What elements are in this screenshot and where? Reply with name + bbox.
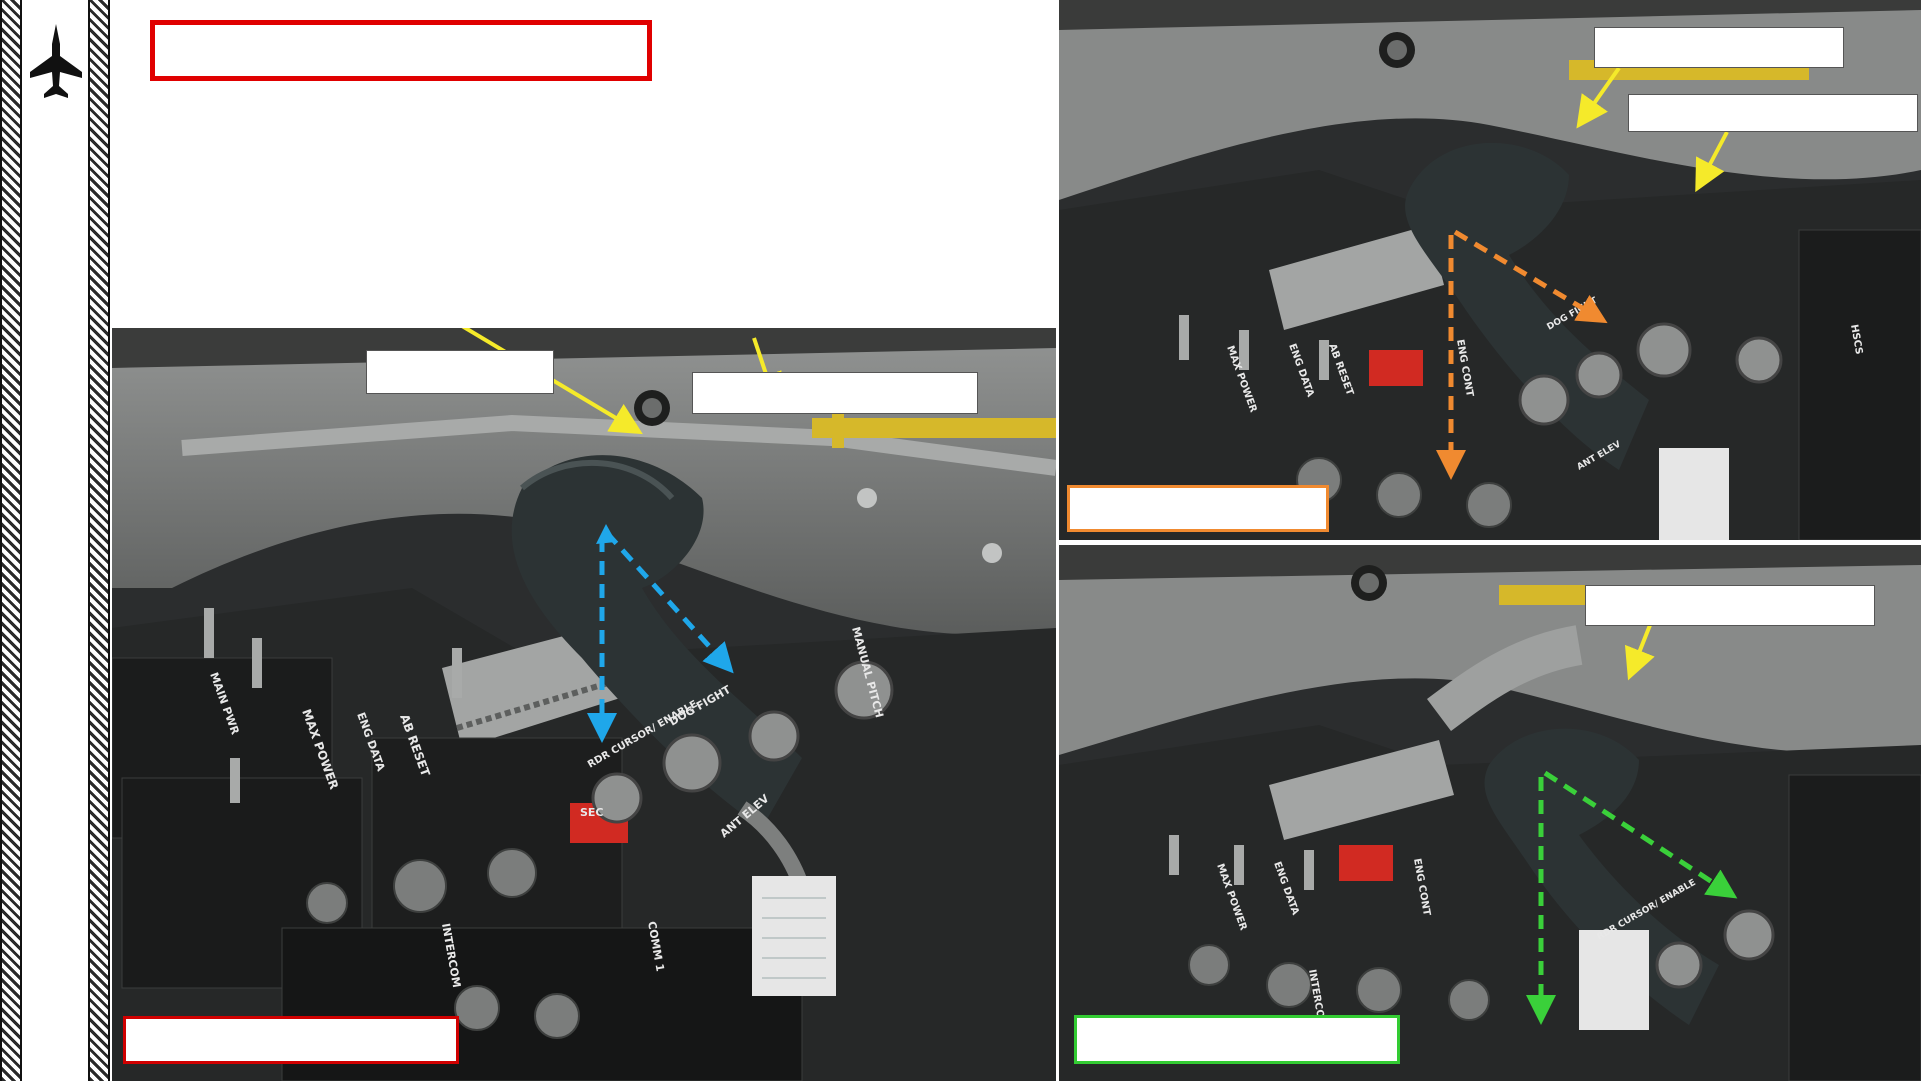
hatch-border-right: [88, 0, 110, 1081]
callout-label-main-right: [692, 372, 978, 414]
callout-label-br-a: [1585, 585, 1875, 626]
label-sec: SEC: [580, 806, 604, 819]
caption-main: [123, 1016, 459, 1064]
slide-body-text: [150, 100, 1030, 320]
callout-label-main-left: [366, 350, 554, 394]
callout-label-tr-a: [1594, 27, 1844, 68]
caption-bottom-right: [1074, 1015, 1400, 1064]
caption-top-right: [1067, 485, 1329, 532]
side-strip: [0, 0, 112, 1081]
top-right-cockpit-image: MAX POWER ENG DATA AB RESET ENG CONT DOG…: [1059, 0, 1921, 540]
callout-label-tr-b: [1628, 94, 1918, 132]
main-cockpit-image: AB RESET ENG DATA MAX POWER MAIN PWR SEC…: [112, 328, 1056, 1081]
slide-title-box: [150, 20, 652, 81]
fighter-jet-icon: [30, 24, 82, 98]
hatch-border-left: [0, 0, 22, 1081]
